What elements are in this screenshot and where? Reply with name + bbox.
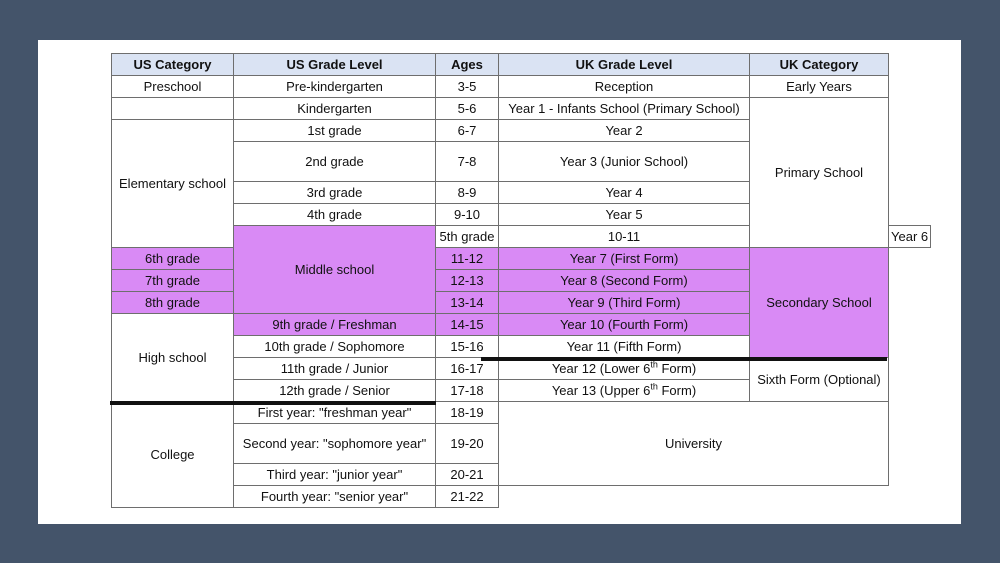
us-grade-cell: 5th grade — [435, 225, 499, 248]
table-row: Fourth year: "senior year" 21-22 — [112, 485, 931, 508]
us-grade-cell: 10th grade / Sophomore — [233, 335, 436, 358]
uk-grade-cell: Year 9 (Third Form) — [498, 291, 750, 314]
ordinal-superscript: th — [650, 381, 658, 392]
ages-cell: 18-19 — [435, 401, 499, 424]
uk-grade-text: Year 12 (Lower 6 — [551, 361, 651, 376]
us-category-cell: High school — [111, 313, 234, 402]
ages-cell: 6-7 — [435, 119, 499, 142]
uk-grade-cell: Year 1 - Infants School (Primary School) — [498, 97, 750, 120]
empty-cell — [499, 486, 889, 508]
us-grade-cell: 1st grade — [233, 119, 436, 142]
uk-category-cell: Early Years — [749, 75, 889, 98]
uk-category-cell: Sixth Form (Optional) — [749, 357, 889, 402]
header-uk-grade-level: UK Grade Level — [498, 53, 750, 76]
us-category-cell: Middle school — [233, 225, 436, 314]
grade-comparison-table: US Category US Grade Level Ages UK Grade… — [111, 53, 932, 508]
ages-cell: 12-13 — [435, 269, 499, 292]
ages-cell: 19-20 — [435, 423, 499, 464]
ages-cell: 14-15 — [435, 313, 499, 336]
ages-cell: 13-14 — [435, 291, 499, 314]
uk-grade-cell: Year 7 (First Form) — [498, 247, 750, 270]
ages-cell: 9-10 — [435, 203, 499, 226]
ordinal-superscript: th — [650, 359, 658, 370]
ages-cell: 20-21 — [435, 463, 499, 486]
ages-cell: 17-18 — [435, 379, 499, 402]
table-header-row: US Category US Grade Level Ages UK Grade… — [111, 53, 931, 76]
us-grade-cell: 12th grade / Senior — [233, 379, 436, 402]
uk-grade-text: Form) — [657, 383, 697, 398]
header-ages: Ages — [435, 53, 499, 76]
us-grade-cell: 2nd grade — [233, 141, 436, 182]
us-grade-cell: 6th grade — [111, 247, 234, 270]
us-grade-cell: Kindergarten — [233, 97, 436, 120]
uk-grade-text: Year 13 (Upper 6 — [551, 383, 651, 398]
uk-grade-cell: Year 8 (Second Form) — [498, 269, 750, 292]
header-us-category: US Category — [111, 53, 234, 76]
ages-cell: 15-16 — [435, 335, 499, 358]
uk-grade-cell: Year 13 (Upper 6th Form) — [498, 379, 750, 402]
uk-grade-cell: Year 5 — [498, 203, 750, 226]
ages-cell: 7-8 — [435, 141, 499, 182]
header-uk-category: UK Category — [749, 53, 889, 76]
uk-category-cell: Primary School — [749, 97, 889, 248]
uk-grade-cell: Year 3 (Junior School) — [498, 141, 750, 182]
header-us-grade-level: US Grade Level — [233, 53, 436, 76]
uk-grade-cell: Year 10 (Fourth Form) — [498, 313, 750, 336]
table-row: Kindergarten 5-6 Year 1 - Infants School… — [111, 97, 931, 248]
us-grade-cell: Second year: "sophomore year" — [233, 423, 436, 464]
slide: US Category US Grade Level Ages UK Grade… — [38, 40, 961, 524]
us-grade-cell: 9th grade / Freshman — [233, 313, 436, 336]
table-row: Preschool Pre-kindergarten 3-5 Reception… — [111, 75, 931, 98]
uk-grade-cell: Year 4 — [498, 181, 750, 204]
uk-category-cell: University — [498, 401, 889, 486]
us-grade-cell: Pre-kindergarten — [233, 75, 436, 98]
us-category-cell: Preschool — [111, 75, 234, 98]
uk-secondary-divider-line — [481, 357, 887, 361]
uk-grade-cell: Year 2 — [498, 119, 750, 142]
us-grade-cell: Fourth year: "senior year" — [233, 485, 436, 508]
us-grade-cell: 8th grade — [111, 291, 234, 314]
ages-cell: 10-11 — [498, 225, 750, 248]
us-grade-cell: Third year: "junior year" — [233, 463, 436, 486]
uk-grade-cell: Year 11 (Fifth Form) — [498, 335, 750, 358]
uk-grade-text: Form) — [657, 361, 697, 376]
ages-cell: 21-22 — [435, 485, 499, 508]
uk-grade-cell: Reception — [498, 75, 750, 98]
ages-cell: 8-9 — [435, 181, 499, 204]
ages-cell: 3-5 — [435, 75, 499, 98]
uk-grade-cell: Year 6 — [887, 225, 932, 248]
us-grade-cell: 3rd grade — [233, 181, 436, 204]
us-highschool-divider-line — [110, 401, 436, 405]
us-category-cell: Elementary school — [111, 119, 234, 248]
ages-cell: 11-12 — [435, 247, 499, 270]
us-category-cell: College — [111, 401, 234, 508]
us-grade-cell: 7th grade — [111, 269, 234, 292]
ages-cell: 5-6 — [435, 97, 499, 120]
us-grade-cell: 11th grade / Junior — [233, 357, 436, 380]
us-category-cell-empty — [111, 97, 234, 120]
uk-category-cell: Secondary School — [749, 247, 889, 358]
us-grade-cell: 4th grade — [233, 203, 436, 226]
